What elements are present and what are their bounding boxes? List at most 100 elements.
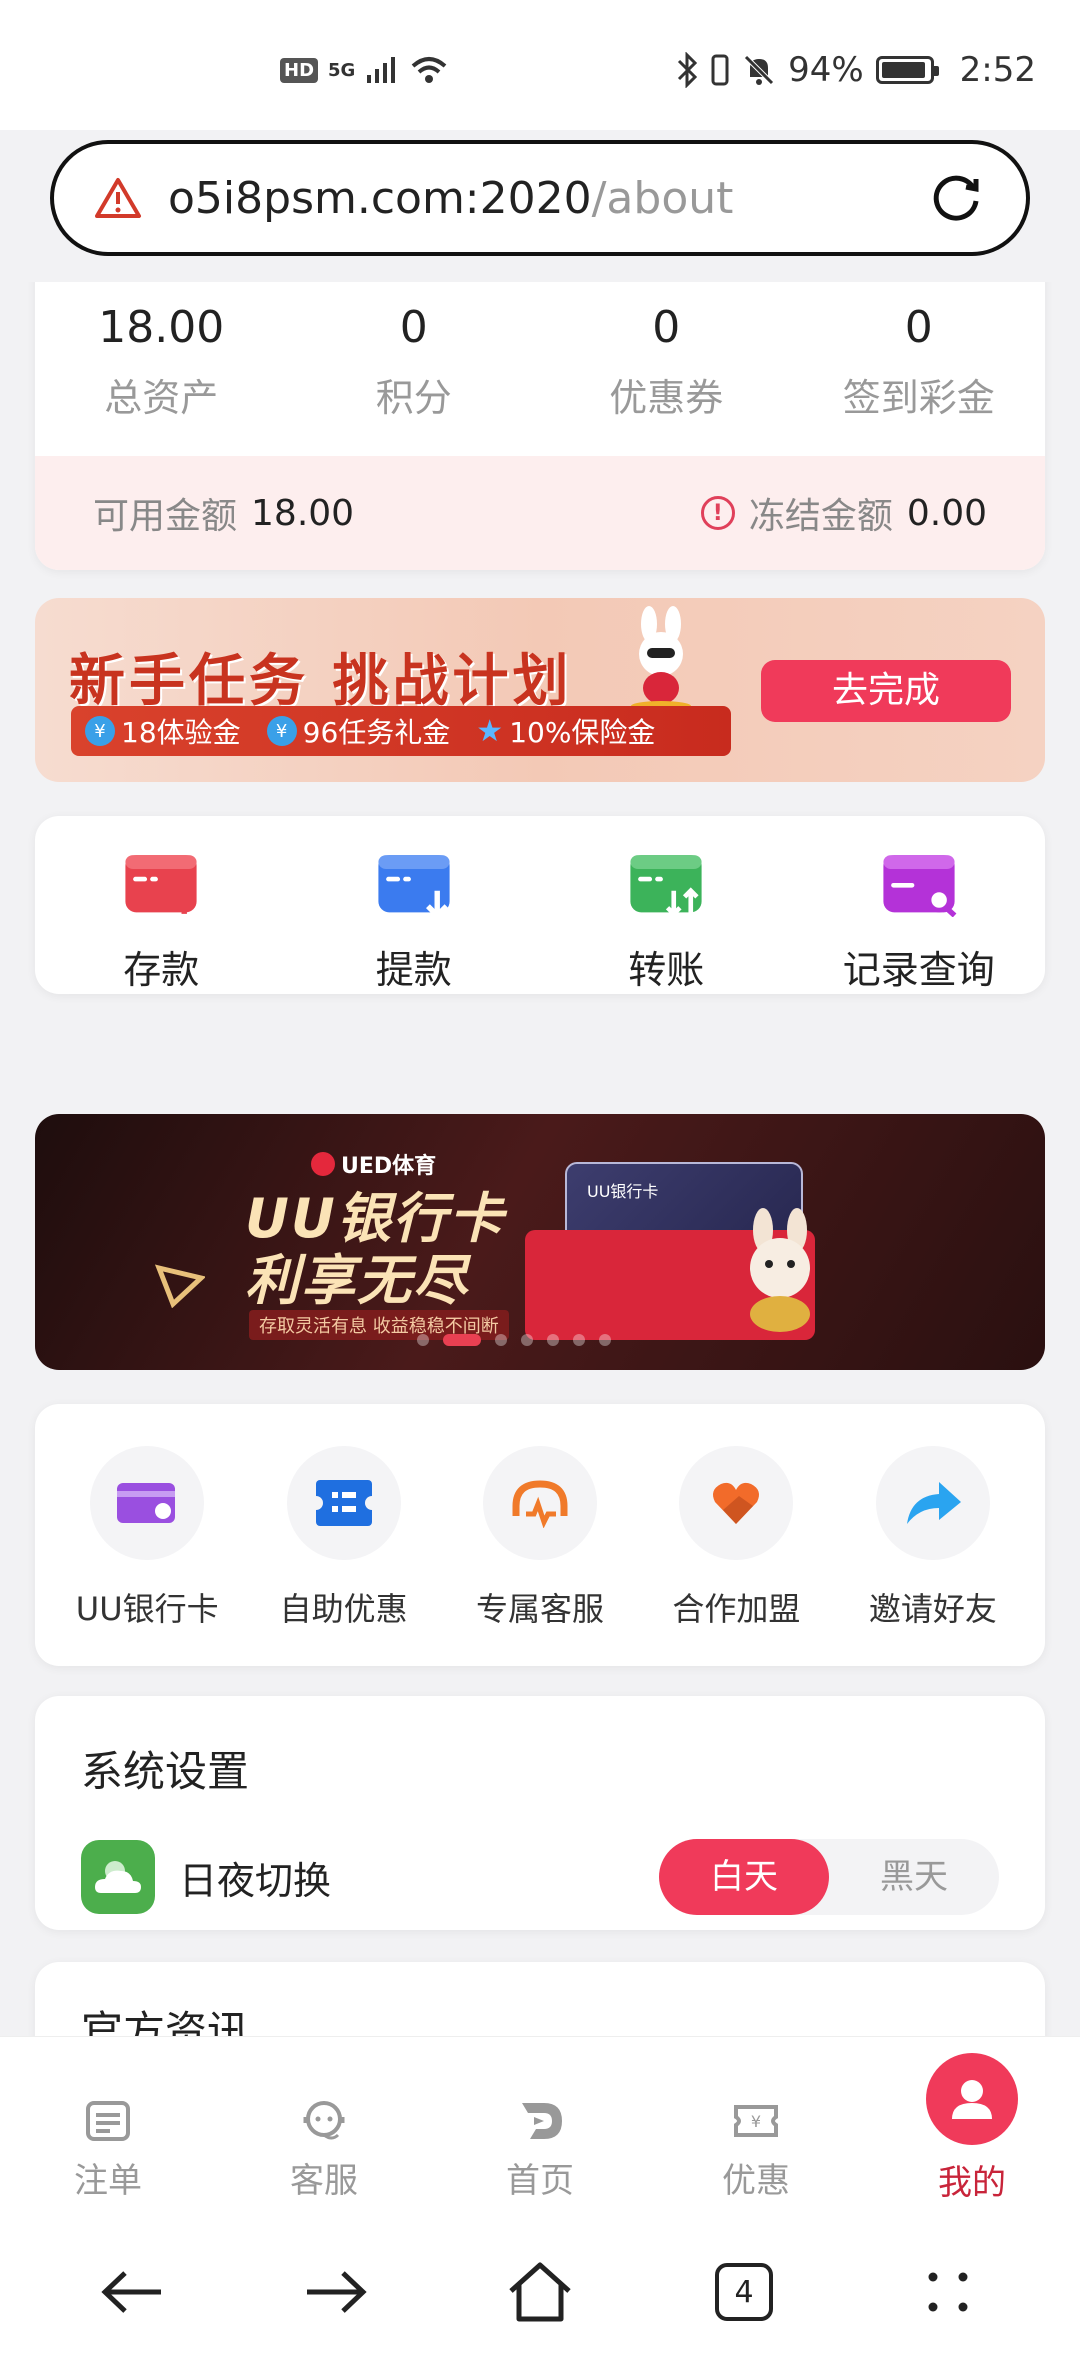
url-host: o5i8psm.com:2020 [168,172,592,224]
self-promo-icon [313,1480,374,1526]
carousel-dot-active[interactable] [443,1334,481,1346]
carousel-dot[interactable] [547,1334,559,1346]
home-button[interactable] [500,2252,580,2332]
tab-support[interactable]: 客服 [216,2037,432,2208]
shortcut-self-promo[interactable]: 自助优惠 [245,1446,441,1666]
news-card: 官方资讯 [35,1962,1045,2037]
carousel-dot[interactable] [495,1334,507,1346]
tab-label: 优惠 [722,2161,790,2201]
tab-bets[interactable]: 注单 [0,2037,216,2208]
home-logo-icon [522,2103,562,2139]
reload-icon[interactable] [928,169,986,227]
status-bar: HD 5G 94% 2:52 [0,0,1080,130]
stat-total-assets[interactable]: 18.00 总资产 [35,302,288,422]
forward-button[interactable] [296,2252,376,2332]
strip-item: ¥ 96任务礼金 [266,711,450,751]
toggle-day[interactable]: 白天 [659,1839,829,1915]
carousel-dots[interactable] [417,1334,611,1346]
stat-points[interactable]: 0 积分 [288,302,541,422]
triangle-decoration-icon [155,1264,205,1308]
tab-promo[interactable]: ¥ 优惠 [648,2037,864,2208]
bank-card-icon [117,1483,176,1523]
banner-title-line1: UU银行卡 [245,1187,505,1250]
tabs-count-icon: 4 [715,2263,773,2321]
shortcut-invite-friends[interactable]: 邀请好友 [835,1446,1031,1666]
shortcut-circle [875,1446,990,1560]
bunny-mascot-icon [631,606,691,711]
stat-label: 总资产 [104,376,219,420]
strip-label: 18体验金 [121,716,241,749]
records-action[interactable]: 记录查询 [793,852,1046,994]
carousel-dot[interactable] [521,1334,533,1346]
vibrate-icon [711,54,729,86]
share-icon [906,1482,961,1524]
deposit-icon [125,855,197,914]
stat-coupons[interactable]: 0 优惠券 [540,302,793,422]
home-icon [509,2262,571,2322]
stat-checkin-bonus[interactable]: 0 签到彩金 [793,302,1046,422]
stat-value: 18.00 [98,302,225,353]
profile-icon [952,2080,992,2119]
brand-logo: UED体育 [311,1148,436,1180]
day-night-label: 日夜切换 [179,1858,332,1903]
tab-home[interactable]: 首页 [432,2037,648,2208]
newbie-task-banner[interactable]: 新手任务 挑战计划 ¥ 18体验金 ¥ 96任务礼金 ★ 10%保险金 去完成 [35,598,1045,782]
tab-profile[interactable]: 我的 [864,2037,1080,2208]
shortcut-customer-service[interactable]: 专属客服 [442,1446,638,1666]
card-brand: UU银行卡 [587,1182,659,1201]
more-dots-icon [928,2272,968,2312]
star-icon: ★ [476,713,504,749]
stat-label: 积分 [375,376,452,420]
transfer-icon [630,855,702,917]
shortcut-label: 自助优惠 [279,1590,408,1628]
settings-card: 系统设置 日夜切换 白天 黑天 [35,1696,1045,1930]
menu-button[interactable] [908,2252,988,2332]
url-bar[interactable]: o5i8psm.com:2020/about [50,140,1030,256]
banner-title: UU银行卡 利享无尽 [245,1188,505,1312]
available-value: 18.00 [251,492,355,534]
shortcut-bank-card[interactable]: UU银行卡 [49,1446,245,1666]
customer-service-icon [512,1480,568,1528]
shortcut-circle [679,1446,794,1560]
stat-label: 签到彩金 [842,376,995,420]
available-label: 可用金额 [93,496,238,537]
strip-item: ¥ 18体验金 [85,711,241,751]
url-text[interactable]: o5i8psm.com:2020/about [168,173,928,224]
action-label: 记录查询 [842,948,995,992]
carousel-dot[interactable] [599,1334,611,1346]
partnership-icon [713,1482,760,1524]
deposit-action[interactable]: 存款 [35,852,288,994]
warning-icon[interactable] [94,176,142,220]
shortcut-circle [483,1446,598,1560]
tab-label: 注单 [74,2161,142,2201]
action-label: 转账 [628,948,705,992]
back-button[interactable] [92,2252,172,2332]
tab-label: 我的 [938,2163,1006,2203]
banner-strip: ¥ 18体验金 ¥ 96任务礼金 ★ 10%保险金 [71,706,731,756]
exclamation-icon: ! [700,496,735,530]
stats-row: 18.00 总资产 0 积分 0 优惠券 0 签到彩金 [35,282,1045,422]
mute-bell-icon [744,55,774,85]
cloud-moon-icon [95,1861,141,1893]
carousel-dot[interactable] [573,1334,585,1346]
shortcut-circle [286,1446,401,1560]
carousel-dot[interactable] [417,1334,429,1346]
strip-label: 10%保险金 [509,716,656,749]
tabs-button[interactable]: 4 [704,2252,784,2332]
shortcut-partnership[interactable]: 合作加盟 [638,1446,834,1666]
hd-badge: HD [280,57,319,83]
toggle-night[interactable]: 黑天 [829,1839,999,1915]
tab-label: 首页 [506,2161,574,2201]
network-type: 5G [328,59,356,81]
day-night-toggle[interactable]: 白天 黑天 [659,1839,999,1915]
bottom-tab-bar: 注单 客服 首页 ¥ 优惠 我的 [0,2036,1080,2208]
bank-card-banner[interactable]: UED体育 UU银行卡 利享无尽 存取灵活有息 收益稳稳不间断 UU银行卡 88… [35,1114,1045,1370]
stat-value: 0 [652,302,681,353]
shortcut-label: 合作加盟 [672,1590,801,1628]
complete-task-button[interactable]: 去完成 [761,660,1011,722]
profile-bubble [926,2053,1018,2145]
transfer-action[interactable]: 转账 [540,852,793,994]
withdraw-action[interactable]: 提款 [288,852,541,994]
frozen-value: 0.00 [906,492,987,534]
page-content[interactable]: 18.00 总资产 0 积分 0 优惠券 0 签到彩金 可用金额 18.00 !… [0,282,1080,2037]
